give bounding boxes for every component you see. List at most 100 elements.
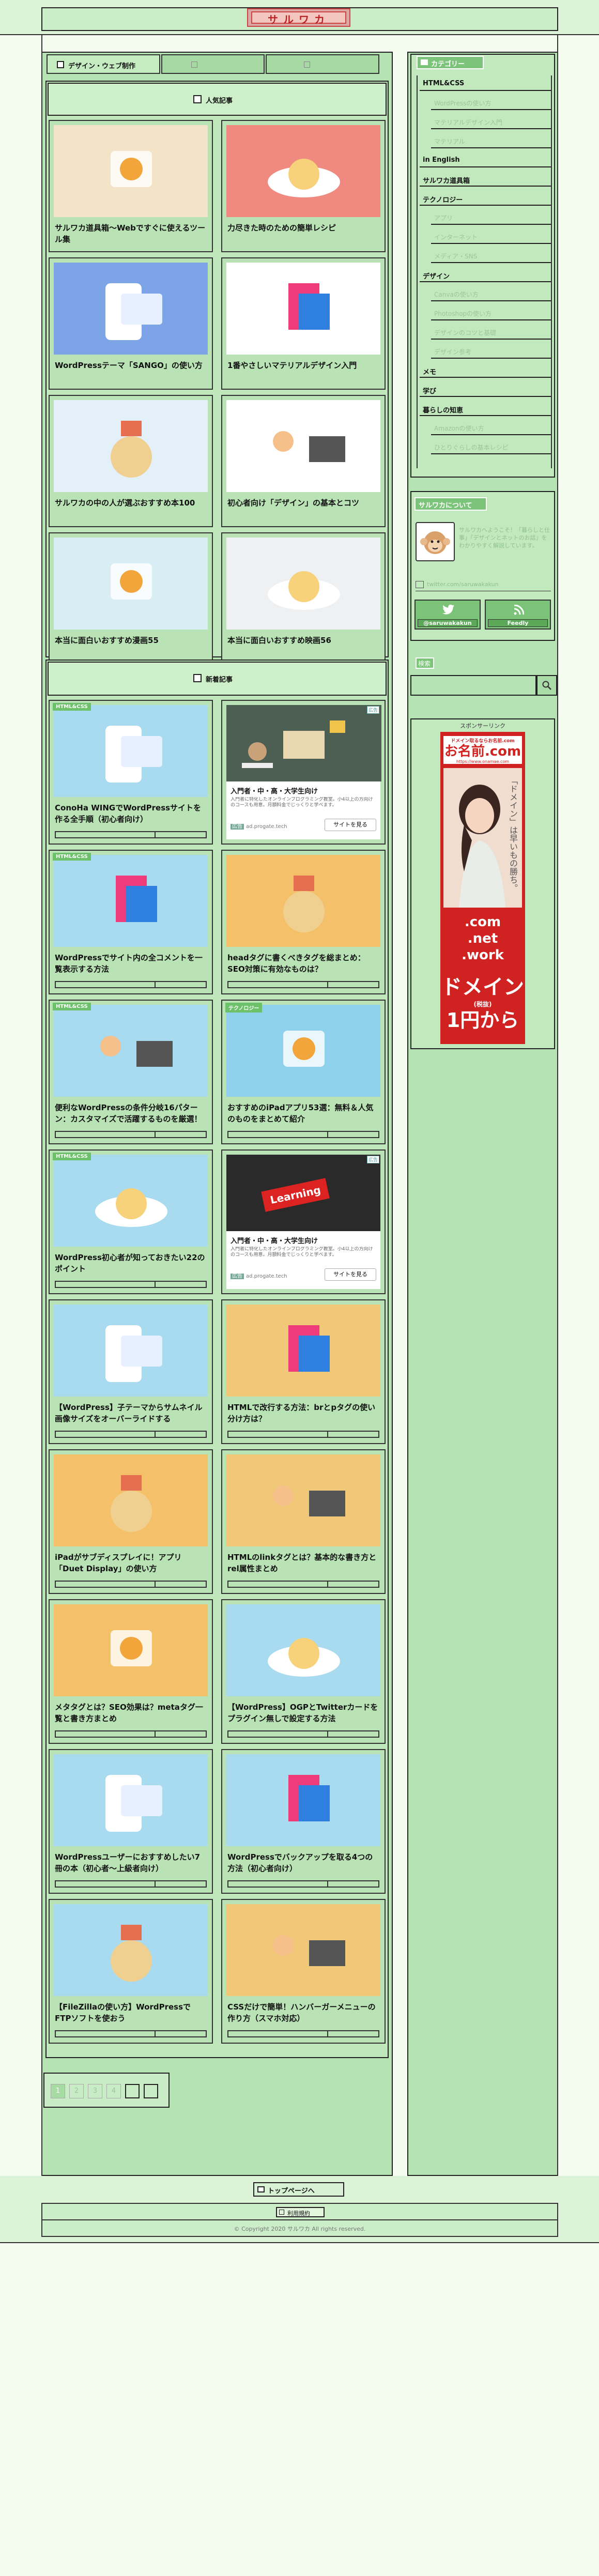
category-item[interactable]: 暮らしの知恵: [420, 403, 551, 416]
category-item[interactable]: HTML&CSS: [420, 78, 551, 91]
popular-card[interactable]: サルワカの中の人が選ぶおすすめ本100: [49, 395, 213, 527]
thumbnail-illustration: [105, 726, 162, 783]
category-item[interactable]: マテリアルデザイン入門: [431, 116, 551, 129]
banner-price: ドメイン (税抜) 1円から: [441, 975, 524, 1032]
avatar: [416, 522, 455, 561]
follow-feedly-button[interactable]: Feedly: [485, 600, 551, 630]
article-card[interactable]: HTMLのlinkタグとは？基本的な書き方とrel属性まとめ: [221, 1449, 386, 1594]
card-title: WordPressでバックアップを取る4つの方法（初心者向け）: [227, 1852, 373, 1873]
follow-twitter-button[interactable]: @saruwakakun: [414, 600, 481, 630]
ad-domain: 広告 ad.progate.tech: [231, 822, 287, 830]
card-title: WordPressでサイト内の全コメントを一覧表示する方法: [55, 953, 203, 974]
follow-twitter-label: @saruwakakun: [418, 619, 478, 627]
privacy-link[interactable]: 利用規約: [276, 2207, 325, 2217]
category-item[interactable]: デザイン参考: [431, 345, 551, 359]
top-page-link[interactable]: トップページへ: [253, 2182, 344, 2197]
category-item[interactable]: in English: [420, 154, 551, 167]
category-item[interactable]: アプリ: [431, 211, 551, 225]
page-link-4[interactable]: 4: [106, 2084, 121, 2098]
ad-card[interactable]: 広告 入門者・中・高・大学生向け 入門者に特化したオンラインプログラミング教室。小4…: [221, 700, 386, 845]
category-item[interactable]: ひとりぐらしの基本レシピ: [431, 441, 551, 454]
tab-label: デザイン・ウェブ制作: [68, 63, 136, 70]
category-item[interactable]: デザインのコツと基礎: [431, 326, 551, 340]
category-item[interactable]: デザイン: [420, 269, 551, 282]
article-card[interactable]: HTMLで改行する方法：brとpタグの使い分け方は？: [221, 1299, 386, 1444]
thumbnail-illustration: [105, 1325, 162, 1382]
card-thumbnail: [226, 263, 380, 355]
category-item[interactable]: メモ: [420, 364, 551, 378]
category-badge: [53, 1902, 59, 1904]
folder-icon: [421, 59, 428, 65]
thumbnail-illustration: [273, 431, 345, 462]
tab-2[interactable]: [161, 54, 265, 74]
next-page-button[interactable]: [125, 2084, 140, 2098]
category-item[interactable]: インターネット: [431, 231, 551, 244]
article-card[interactable]: HTML&CSS ConoHa WINGでWordPressサイトを作る全手順（初…: [49, 700, 213, 845]
ad-inner: 広告 入門者・中・高・大学生向け 入門者に特化したオンラインプログラミング教室。小4…: [226, 705, 381, 839]
category-badge: [225, 1902, 232, 1904]
footer-divider: [41, 2219, 558, 2220]
search-button[interactable]: [536, 675, 557, 696]
tab-bar: デザイン・ウェブ制作: [41, 53, 393, 76]
thumbnail-illustration: [111, 1475, 152, 1532]
popular-card[interactable]: 1番やさしいマテリアルデザイン入門: [221, 257, 386, 390]
card-meta: [55, 1431, 207, 1438]
category-item[interactable]: Amazonの使い方: [431, 422, 551, 435]
popular-card[interactable]: WordPressテーマ「SANGO」の使い方: [49, 257, 213, 390]
article-card[interactable]: iPadがサブディスプレイに！アプリ「Duet Display」の使い方: [49, 1449, 213, 1594]
popular-card[interactable]: 力尽きた時のための簡単レシピ: [221, 120, 386, 252]
twitter-icon: [442, 605, 454, 615]
card-meta: [55, 1581, 207, 1588]
card-meta: [227, 1581, 379, 1588]
article-card[interactable]: 【FileZillaの使い方】WordPressでFTPソフトを使おう: [49, 1899, 213, 2044]
site-logo[interactable]: サルワカ: [247, 8, 350, 27]
category-item[interactable]: サルワカ道具箱: [420, 173, 551, 187]
page-link-1[interactable]: 1: [51, 2084, 65, 2098]
ad-cta-button[interactable]: サイトを見る: [325, 819, 376, 831]
category-item[interactable]: メディア・SNS: [431, 250, 551, 263]
card-title: WordPressテーマ「SANGO」の使い方: [55, 361, 203, 370]
card-thumbnail: [226, 855, 380, 947]
last-page-button[interactable]: [144, 2084, 158, 2098]
sponsor-label: スポンサーリンク: [460, 723, 505, 729]
article-card[interactable]: メタタグとは？SEO効果は？metaタグ一覧と書き方まとめ: [49, 1599, 213, 1744]
article-card[interactable]: HTML&CSS 便利なWordPressの条件分岐16パターン：カスタマイズで活…: [49, 1000, 213, 1144]
ad-card[interactable]: Learning 広告 入門者・中・高・大学生向け 入門者に特化したオンラインプログラ…: [221, 1149, 386, 1294]
category-heading: カテゴリー: [417, 56, 484, 69]
popular-card[interactable]: 初心者向け「デザイン」の基本とコツ: [221, 395, 386, 527]
domain-banner-ad[interactable]: ドメイン取るならお名前.com お名前.com https://www.onam…: [440, 732, 525, 1044]
popular-card[interactable]: 本当に面白いおすすめ漫画55: [49, 532, 213, 665]
about-heading: サルワカについて: [414, 497, 487, 511]
article-card[interactable]: 【WordPress】OGPとTwitterカードをプラグイン無しで設定する方法: [221, 1599, 386, 1744]
article-card[interactable]: HTML&CSS WordPressでサイト内の全コメントを一覧表示する方法: [49, 850, 213, 994]
category-item[interactable]: Photoshopの使い方: [431, 307, 551, 320]
tab-design[interactable]: デザイン・ウェブ制作: [47, 54, 160, 74]
page-link-2[interactable]: 2: [69, 2084, 84, 2098]
pagination: 1234: [43, 2073, 170, 2108]
article-card[interactable]: headタグに書くべきタグを総まとめ：SEO対策に有効なものは？: [221, 850, 386, 994]
article-card[interactable]: WordPressユーザーにおすすめしたい7冊の本（初心者〜上級者向け）: [49, 1749, 213, 1894]
card-title: HTMLのlinkタグとは？基本的な書き方とrel属性まとめ: [227, 1553, 377, 1573]
ad-cta-button[interactable]: サイトを見る: [325, 1268, 376, 1281]
article-card[interactable]: 【WordPress】子テーマからサムネイル画像サイズをオーバーライドする: [49, 1299, 213, 1444]
article-card[interactable]: HTML&CSS WordPress初心者が知っておきたい22のポイント: [49, 1149, 213, 1294]
popular-card[interactable]: サルワカ道具箱〜Webですぐに使えるツール集: [49, 120, 213, 252]
article-card[interactable]: CSSだけで簡単！ハンバーガーメニューの作り方（スマホ対応）: [221, 1899, 386, 2044]
card-title: ConoHa WINGでWordPressサイトを作る全手順（初心者向け）: [55, 803, 202, 824]
category-item[interactable]: Canvaの使い方: [431, 288, 551, 301]
article-card[interactable]: WordPressでバックアップを取る4つの方法（初心者向け）: [221, 1749, 386, 1894]
card-meta: [227, 1880, 379, 1888]
search-input[interactable]: [410, 675, 536, 696]
popular-card[interactable]: 本当に面白いおすすめ映画56: [221, 532, 386, 665]
about-link[interactable]: twitter.com/saruwakakun: [416, 581, 551, 591]
article-card[interactable]: テクノロジー おすすめのiPadアプリ53選：無料＆人気のものをまとめて紹介: [221, 1000, 386, 1144]
category-item[interactable]: マテリアル: [431, 135, 551, 148]
category-item[interactable]: 学び: [420, 384, 551, 397]
card-thumbnail: [54, 1155, 208, 1247]
category-item[interactable]: WordPressの使い方: [431, 97, 551, 110]
thumbnail-illustration: [283, 876, 325, 932]
card-title: 本当に面白いおすすめ漫画55: [55, 636, 159, 645]
category-item[interactable]: テクノロジー: [420, 192, 551, 206]
tab-3[interactable]: [266, 54, 379, 74]
page-link-3[interactable]: 3: [88, 2084, 102, 2098]
